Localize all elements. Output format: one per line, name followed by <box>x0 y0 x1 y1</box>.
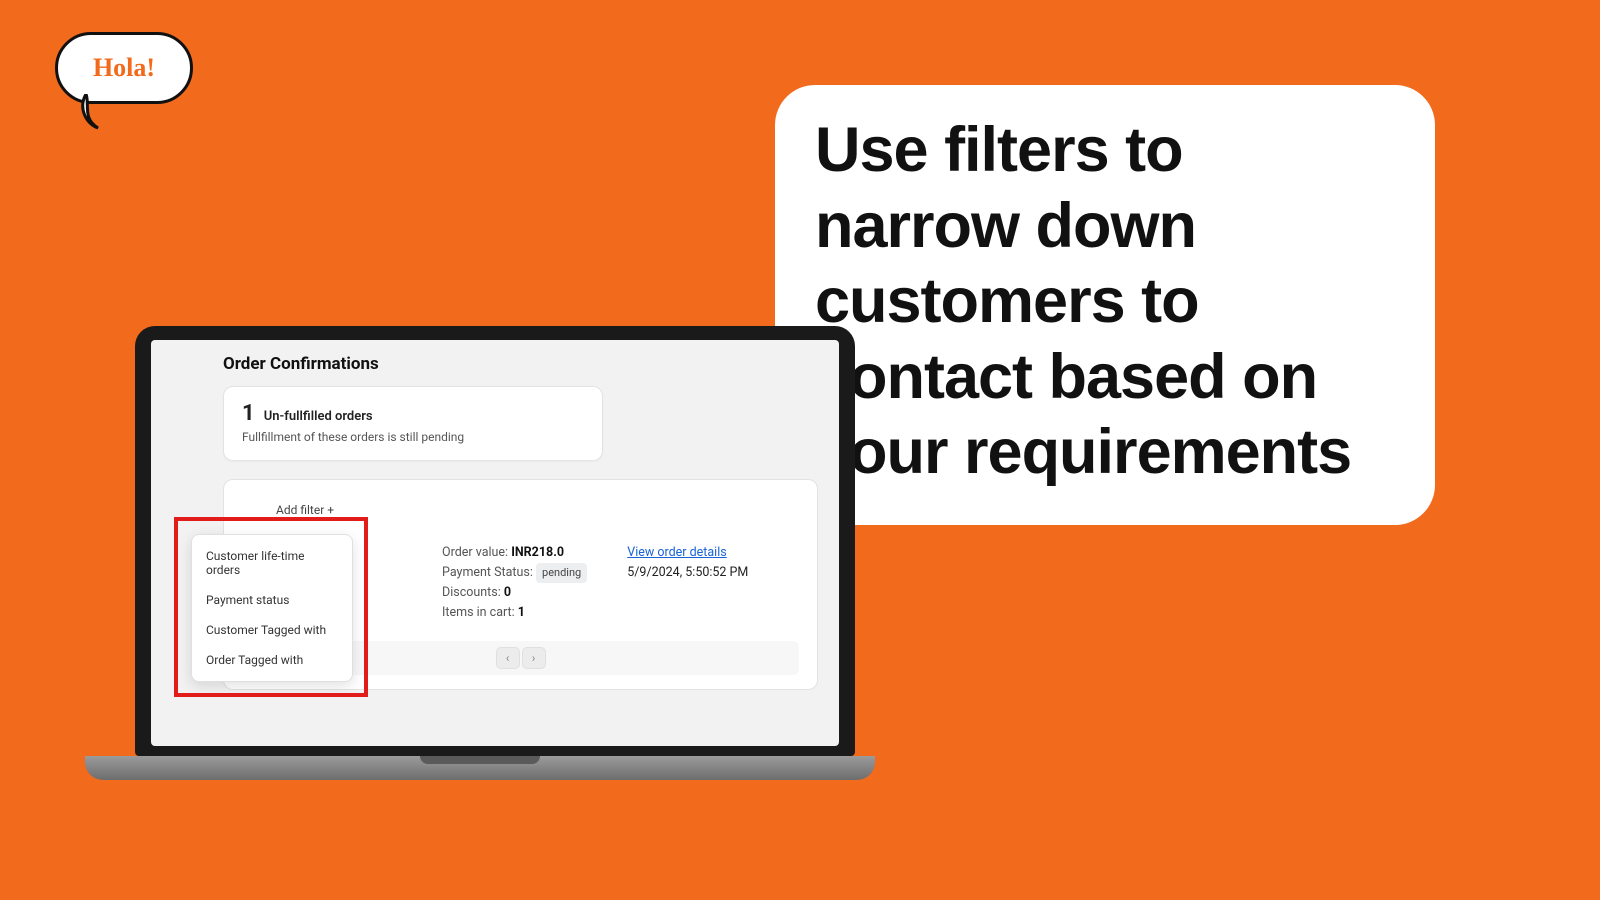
laptop-screen-frame: Order Confirmations 1 Un-fullfilled orde… <box>135 326 855 756</box>
items-label: Items in cart: <box>442 605 515 620</box>
laptop-base <box>85 756 875 780</box>
laptop-mockup: Order Confirmations 1 Un-fullfilled orde… <box>120 326 870 780</box>
view-order-details-link[interactable]: View order details <box>627 543 748 563</box>
order-meta-col: View order details 5/9/2024, 5:50:52 PM <box>627 543 748 623</box>
filter-option[interactable]: Payment status <box>192 585 352 615</box>
summary-card: 1 Un-fullfilled orders Fullfillment of t… <box>223 386 603 461</box>
hola-text: Hola! <box>93 53 155 83</box>
payment-status-label: Payment Status: <box>442 565 533 580</box>
laptop-screen: Order Confirmations 1 Un-fullfilled orde… <box>151 340 839 746</box>
order-value: INR218.0 <box>511 545 564 560</box>
page-title: Order Confirmations <box>223 354 817 374</box>
pager-prev-button[interactable]: ‹ <box>496 647 520 669</box>
payment-status-badge: pending <box>536 563 587 583</box>
chevron-right-icon: › <box>532 651 536 665</box>
discounts-label: Discounts: <box>442 585 501 600</box>
chevron-left-icon: ‹ <box>506 651 510 665</box>
headline-text: Use filters to narrow down customers to … <box>815 113 1395 491</box>
headline-panel: Use filters to narrow down customers to … <box>775 85 1435 525</box>
discounts-value: 0 <box>504 585 511 600</box>
pager-next-button[interactable]: › <box>522 647 546 669</box>
items-value: 1 <box>518 605 525 620</box>
order-details-col: Order value: INR218.0 Payment Status: pe… <box>442 543 587 623</box>
add-filter-dropdown: Customer life-time orders Payment status… <box>191 534 353 682</box>
summary-count-label: Un-fullfilled orders <box>264 409 373 424</box>
filter-option[interactable]: Customer life-time orders <box>192 541 352 585</box>
filter-option[interactable]: Order Tagged with <box>192 645 352 675</box>
add-filter-button[interactable]: Add filter + <box>242 500 799 517</box>
filter-option[interactable]: Customer Tagged with <box>192 615 352 645</box>
hola-speech-bubble: Hola! <box>55 32 193 104</box>
order-value-label: Order value: <box>442 545 508 560</box>
summary-count: 1 <box>242 401 255 426</box>
summary-subtext: Fullfillment of these orders is still pe… <box>242 430 584 444</box>
order-timestamp: 5/9/2024, 5:50:52 PM <box>627 563 748 583</box>
